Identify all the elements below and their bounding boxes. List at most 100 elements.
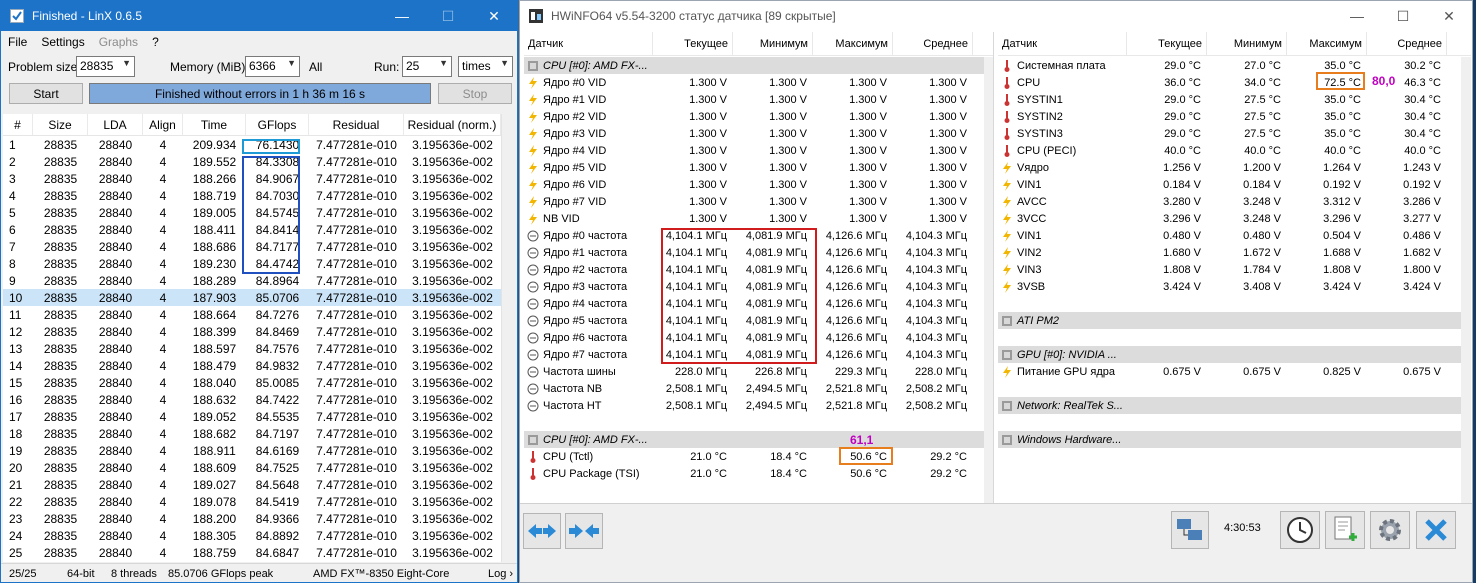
column-header[interactable]: Среднее (1367, 32, 1447, 55)
table-row[interactable]: 16 28835 28840 4 188.632 84.7422 7.477281e-010… (3, 391, 501, 408)
sensor-row[interactable]: Ядро #7 VID 1.300 V 1.300 V 1.300 V 1.300 V (524, 193, 993, 210)
column-header[interactable]: LDA (88, 114, 143, 135)
column-header[interactable]: Align (143, 114, 183, 135)
sensor-row[interactable]: Ядро #0 VID 1.300 V 1.300 V 1.300 V 1.300 V (524, 74, 993, 91)
menu-help[interactable]: ? (145, 35, 166, 49)
table-row[interactable]: 14 28835 28840 4 188.479 84.9832 7.477281e-010… (3, 357, 501, 374)
sensor-row[interactable]: Ядро #5 частота 4,104.1 МГц 4,081.9 МГц 4,1… (524, 312, 993, 329)
sensor-row[interactable]: Системная плата 29.0 °C 27.0 °C 35.0 °C 30.2… (998, 57, 1471, 74)
sensor-row[interactable]: Частота NB 2,508.1 МГц 2,494.5 МГц 2,521.8 … (524, 380, 993, 397)
sensor-row[interactable]: Ядро #2 VID 1.300 V 1.300 V 1.300 V 1.300 V (524, 108, 993, 125)
memory-all-button[interactable]: All (309, 60, 322, 74)
table-row[interactable]: 5 28835 28840 4 189.005 84.5745 7.477281e-010 3… (3, 204, 501, 221)
minimize-icon[interactable]: — (379, 1, 425, 31)
sensor-row[interactable]: VIN2 1.680 V 1.672 V 1.688 V 1.682 V (998, 244, 1471, 261)
sensor-row[interactable]: 3VCC 3.296 V 3.248 V 3.296 V 3.277 V (998, 210, 1471, 227)
table-row[interactable]: 6 28835 28840 4 188.411 84.8414 7.477281e-010 3… (3, 221, 501, 238)
sensor-group-header[interactable]: CPU [#0]: AMD FX-... (524, 57, 993, 74)
table-row[interactable]: 8 28835 28840 4 189.230 84.4742 7.477281e-010 3… (3, 255, 501, 272)
close-sensors-button[interactable] (1416, 511, 1456, 549)
sensor-group-header[interactable]: Windows Hardware... (998, 431, 1471, 448)
sensor-row[interactable]: VIN3 1.808 V 1.784 V 1.808 V 1.800 V (998, 261, 1471, 278)
sensor-row[interactable]: Ядро #6 частота 4,104.1 МГц 4,081.9 МГц 4,1… (524, 329, 993, 346)
sensor-row[interactable]: Ядро #3 частота 4,104.1 МГц 4,081.9 МГц 4,1… (524, 278, 993, 295)
table-row[interactable]: 7 28835 28840 4 188.686 84.7177 7.477281e-010 3… (3, 238, 501, 255)
sensor-row[interactable]: Ядро #4 VID 1.300 V 1.300 V 1.300 V 1.300 V (524, 142, 993, 159)
table-row[interactable]: 23 28835 28840 4 188.200 84.9366 7.477281e-010… (3, 510, 501, 527)
column-header[interactable]: Датчик (524, 32, 653, 55)
column-header[interactable]: # (3, 114, 33, 135)
table-row[interactable]: 18 28835 28840 4 188.682 84.7197 7.477281e-010… (3, 425, 501, 442)
table-row[interactable]: 3 28835 28840 4 188.266 84.9067 7.477281e-010 3… (3, 170, 501, 187)
table-row[interactable]: 25 28835 28840 4 188.759 84.6847 7.477281e-010… (3, 544, 501, 561)
menu-graphs[interactable]: Graphs (92, 35, 145, 49)
sensor-row[interactable]: CPU 36.0 °C 34.0 °C 72.5 °C 46.3 °C (998, 74, 1471, 91)
column-header[interactable]: Size (33, 114, 88, 135)
sensor-row[interactable]: Ядро #4 частота 4,104.1 МГц 4,081.9 МГц 4,1… (524, 295, 993, 312)
settings-button[interactable] (1370, 511, 1410, 549)
table-row[interactable]: 11 28835 28840 4 188.664 84.7276 7.477281e-010… (3, 306, 501, 323)
sensor-row[interactable]: Ядро #0 частота 4,104.1 МГц 4,081.9 МГц 4,1… (524, 227, 993, 244)
table-row[interactable]: 20 28835 28840 4 188.609 84.7525 7.477281e-010… (3, 459, 501, 476)
sensor-row[interactable]: AVCC 3.280 V 3.248 V 3.312 V 3.286 V (998, 193, 1471, 210)
column-header[interactable]: Минимум (1207, 32, 1287, 55)
sensor-row[interactable]: Ядро #1 частота 4,104.1 МГц 4,081.9 МГц 4,1… (524, 244, 993, 261)
column-header[interactable]: Текущее (1127, 32, 1207, 55)
sensor-row[interactable]: SYSTIN1 29.0 °C 27.5 °C 35.0 °C 30.4 °C (998, 91, 1471, 108)
hwinfo-titlebar[interactable]: HWiNFO64 v5.54-3200 статус датчика [89 с… (520, 1, 1472, 31)
sensor-row[interactable]: VIN1 0.184 V 0.184 V 0.192 V 0.192 V (998, 176, 1471, 193)
sensor-row[interactable]: Ядро #5 VID 1.300 V 1.300 V 1.300 V 1.300 V (524, 159, 993, 176)
sensor-row[interactable]: Ядро #6 VID 1.300 V 1.300 V 1.300 V 1.300 V (524, 176, 993, 193)
table-row[interactable]: 2 28835 28840 4 189.552 84.3308 7.477281e-010 3… (3, 153, 501, 170)
clock-button[interactable] (1280, 511, 1320, 549)
sensor-group-header[interactable]: ATI PM2 (998, 312, 1471, 329)
column-header[interactable]: Максимум (813, 32, 893, 55)
problem-size-select[interactable]: 28835 ▼ (76, 56, 135, 77)
sensor-row[interactable]: Частота шины 228.0 МГц 226.8 МГц 229.3 МГц 2… (524, 363, 993, 380)
sensor-row[interactable]: CPU (PECI) 40.0 °C 40.0 °C 40.0 °C 40.0 °C (998, 142, 1471, 159)
linx-titlebar[interactable]: Finished - LinX 0.6.5 — ☐ ✕ (1, 1, 517, 31)
table-row[interactable]: 19 28835 28840 4 188.911 84.6169 7.477281e-010… (3, 442, 501, 459)
close-icon[interactable]: ✕ (1426, 1, 1472, 31)
table-row[interactable]: 13 28835 28840 4 188.597 84.7576 7.477281e-010… (3, 340, 501, 357)
right-pane-scrollbar[interactable] (1461, 57, 1471, 503)
sensor-group-header[interactable]: CPU [#0]: AMD FX-... (524, 431, 993, 448)
table-row[interactable]: 17 28835 28840 4 189.052 84.5535 7.477281e-010… (3, 408, 501, 425)
run-count-select[interactable]: 25 ▼ (402, 56, 452, 77)
maximize-icon[interactable]: ☐ (425, 1, 471, 31)
table-row[interactable]: 21 28835 28840 4 189.027 84.5648 7.477281e-010… (3, 476, 501, 493)
table-row[interactable]: 24 28835 28840 4 188.305 84.8892 7.477281e-010… (3, 527, 501, 544)
results-scrollbar[interactable] (501, 114, 517, 562)
sensor-row[interactable]: Ядро #1 VID 1.300 V 1.300 V 1.300 V 1.300 V (524, 91, 993, 108)
table-row[interactable]: 22 28835 28840 4 189.078 84.5419 7.477281e-010… (3, 493, 501, 510)
log-button[interactable]: Log › (488, 568, 513, 580)
column-header[interactable]: Time (183, 114, 246, 135)
menu-file[interactable]: File (1, 35, 34, 49)
column-header[interactable]: Максимум (1287, 32, 1367, 55)
column-header[interactable]: Минимум (733, 32, 813, 55)
sensor-row[interactable]: CPU (Tctl) 21.0 °C 18.4 °C 50.6 °C 29.2 °C (524, 448, 993, 465)
sensor-row[interactable]: Частота HT 2,508.1 МГц 2,494.5 МГц 2,521.8 … (524, 397, 993, 414)
sensor-group-header[interactable]: Network: RealTek S... (998, 397, 1471, 414)
sensor-row[interactable]: 3VSB 3.424 V 3.408 V 3.424 V 3.424 V (998, 278, 1471, 295)
sensor-row[interactable]: Ядро #2 частота 4,104.1 МГц 4,081.9 МГц 4,1… (524, 261, 993, 278)
stop-button[interactable]: Stop (438, 83, 512, 104)
sensor-row[interactable]: SYSTIN3 29.0 °C 27.5 °C 35.0 °C 30.4 °C (998, 125, 1471, 142)
column-header[interactable]: GFlops (246, 114, 309, 135)
table-row[interactable]: 15 28835 28840 4 188.040 85.0085 7.477281e-010… (3, 374, 501, 391)
sensor-group-header[interactable]: GPU [#0]: NVIDIA ... (998, 346, 1471, 363)
column-header[interactable]: Датчик (998, 32, 1127, 55)
left-pane-scrollbar[interactable] (984, 57, 993, 503)
minimize-icon[interactable]: — (1334, 1, 1380, 31)
nav-collapse-button[interactable] (565, 513, 603, 549)
sensor-row[interactable]: CPU Package (TSI) 21.0 °C 18.4 °C 50.6 °C 29… (524, 465, 993, 482)
table-row[interactable]: 10 28835 28840 4 187.903 85.0706 7.477281e-010… (3, 289, 501, 306)
column-header[interactable]: Residual (norm.) (404, 114, 501, 135)
maximize-icon[interactable]: ☐ (1380, 1, 1426, 31)
table-row[interactable]: 1 28835 28840 4 209.934 76.1430 7.477281e-010 3… (3, 136, 501, 153)
column-header[interactable]: Текущее (653, 32, 733, 55)
sensor-row[interactable]: Ядро #7 частота 4,104.1 МГц 4,081.9 МГц 4,1… (524, 346, 993, 363)
run-unit-select[interactable]: times ▼ (458, 56, 513, 77)
table-row[interactable]: 4 28835 28840 4 188.719 84.7030 7.477281e-010 3… (3, 187, 501, 204)
memory-select[interactable]: 6366 ▼ (245, 56, 300, 77)
